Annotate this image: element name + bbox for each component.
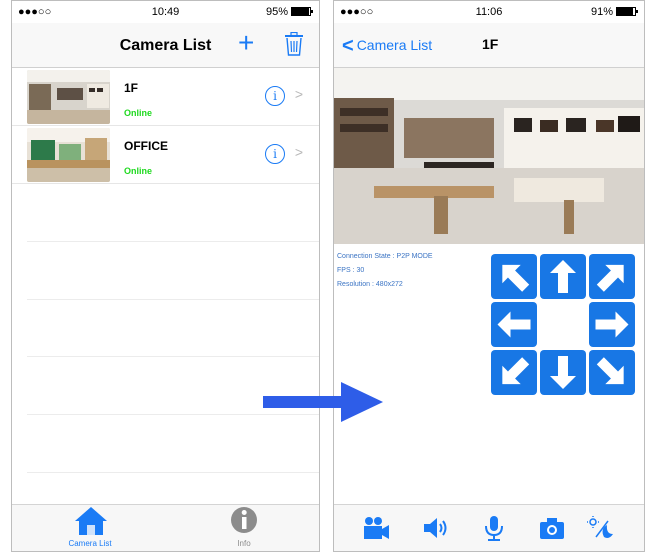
- back-button[interactable]: < Camera List: [342, 35, 432, 58]
- arrow-up-icon: [550, 260, 576, 293]
- nav-bar: Camera List +: [12, 23, 319, 68]
- arrow-up-right-icon: [596, 264, 624, 292]
- tab-label: Camera List: [68, 539, 112, 548]
- ptz-up-left-button[interactable]: [491, 254, 537, 299]
- row-separator: [27, 472, 319, 473]
- fps: FPS : 30: [337, 267, 365, 274]
- transition-arrow-icon: [263, 382, 383, 422]
- arrow-down-icon: [550, 356, 576, 389]
- camera-thumbnail: [27, 70, 110, 124]
- battery-indicator: 91%: [590, 6, 638, 18]
- camera-icon[interactable]: [538, 515, 566, 541]
- battery-icon: [291, 7, 313, 16]
- add-camera-button[interactable]: +: [238, 29, 254, 57]
- ptz-up-button[interactable]: [540, 254, 586, 299]
- speaker-icon[interactable]: [422, 515, 450, 541]
- resolution: Resolution : 480x272: [337, 281, 403, 288]
- row-separator: [27, 241, 319, 242]
- camera-name: OFFICE: [124, 139, 168, 153]
- back-label: Camera List: [356, 37, 433, 53]
- battery-percent: 95%: [265, 6, 288, 18]
- camera-name: 1F: [124, 81, 139, 95]
- tab-bar: Camera List Info: [12, 504, 319, 551]
- page-title: Camera List: [119, 37, 212, 54]
- battery-percent: 91%: [590, 6, 613, 18]
- control-toolbar: [334, 504, 644, 551]
- camera-status: Online: [124, 108, 153, 118]
- arrow-down-right-icon: [596, 357, 624, 385]
- camera-live-screen: ●●●○○ 11:06 91% < Camera List 1F Connect…: [333, 0, 645, 552]
- tab-camera-list[interactable]: Camera List: [50, 505, 130, 551]
- tab-label: Info: [237, 539, 251, 548]
- tab-info[interactable]: Info: [204, 505, 284, 551]
- camera-thumbnail: [27, 128, 110, 182]
- ptz-right-button[interactable]: [589, 302, 635, 347]
- ptz-down-left-button[interactable]: [491, 350, 537, 395]
- night-mode-icon[interactable]: [586, 515, 614, 541]
- chevron-right-icon: >: [294, 144, 303, 160]
- info-icon: [231, 507, 257, 533]
- ptz-down-right-button[interactable]: [589, 350, 635, 395]
- chevron-left-icon: <: [342, 35, 354, 57]
- battery-indicator: 95%: [265, 6, 313, 18]
- page-title: 1F: [482, 36, 499, 52]
- stream-stats: Connection State : P2P MODE FPS : 30 Res…: [337, 250, 433, 292]
- ptz-up-right-button[interactable]: [589, 254, 635, 299]
- arrow-left-icon: [497, 311, 531, 338]
- info-icon[interactable]: i: [265, 144, 285, 164]
- camera-row-1f[interactable]: 1F Online i >: [12, 68, 319, 126]
- video-camera-icon[interactable]: [362, 515, 390, 541]
- ptz-down-button[interactable]: [540, 350, 586, 395]
- arrow-down-left-icon: [502, 357, 530, 385]
- trash-icon[interactable]: [284, 31, 304, 61]
- info-icon[interactable]: i: [265, 86, 285, 106]
- home-icon: [75, 507, 107, 535]
- status-bar: ●●●○○ 11:06 91%: [334, 1, 644, 23]
- arrow-right-icon: [595, 311, 629, 338]
- row-separator: [27, 299, 319, 300]
- ptz-control-pad: [491, 254, 635, 395]
- battery-icon: [616, 7, 638, 16]
- microphone-icon[interactable]: [480, 515, 508, 541]
- live-video-view[interactable]: [334, 68, 644, 244]
- nav-bar: < Camera List 1F: [334, 23, 644, 68]
- arrow-up-left-icon: [502, 264, 530, 292]
- camera-list-screen: ●●●○○ 10:49 95% Camera List + 1F Online …: [11, 0, 320, 552]
- ptz-left-button[interactable]: [491, 302, 537, 347]
- status-bar: ●●●○○ 10:49 95%: [12, 1, 319, 23]
- camera-row-office[interactable]: OFFICE Online i >: [12, 126, 319, 184]
- camera-status: Online: [124, 166, 153, 176]
- row-separator: [27, 356, 319, 357]
- connection-state: Connection State : P2P MODE: [337, 253, 433, 260]
- chevron-right-icon: >: [294, 86, 303, 102]
